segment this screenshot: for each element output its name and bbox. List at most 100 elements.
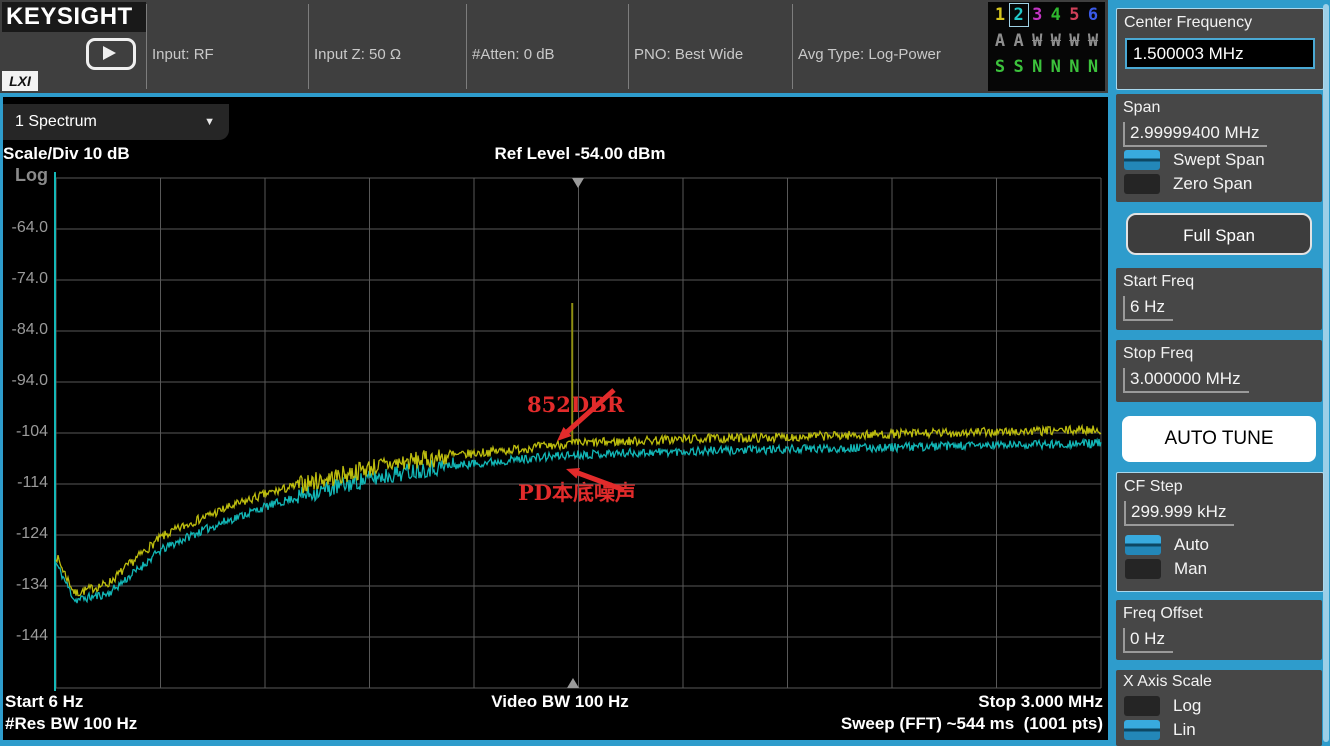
stop-freq-panel[interactable]: Stop Freq 3.000000 MHz <box>1116 340 1322 402</box>
trace-state: N <box>1066 57 1082 77</box>
stop-freq-value[interactable]: 3.000000 MHz <box>1123 368 1249 393</box>
full-span-button[interactable]: Full Span <box>1126 213 1312 255</box>
cf-step-auto-indicator <box>1125 535 1161 555</box>
x-axis-log-label: Log <box>1173 696 1201 716</box>
res-bw-readout: #Res BW 100 Hz <box>5 714 137 734</box>
keysight-logo: KEYSIGHT <box>2 2 146 32</box>
trace-type: W <box>1085 31 1101 51</box>
center-frequency-panel[interactable]: Center Frequency 1.500003 MHz <box>1116 8 1324 90</box>
cf-step-auto-label: Auto <box>1174 535 1209 555</box>
trace-type: W <box>1048 31 1064 51</box>
freq-offset-value[interactable]: 0 Hz <box>1123 628 1173 653</box>
video-bw-readout: Video BW 100 Hz <box>410 692 710 712</box>
y-axis-label: -74.0 <box>0 270 48 288</box>
atten-status: #Atten: 0 dB <box>472 45 555 65</box>
annotation-852dbr: 852DBR <box>527 392 624 417</box>
center-frequency-label: Center Frequency <box>1117 9 1323 32</box>
y-axis-label: -134 <box>0 576 48 594</box>
x-axis-lin-label: Lin <box>1173 720 1196 740</box>
x-axis-lin-indicator <box>1124 720 1160 740</box>
divider <box>146 4 147 89</box>
scale-per-div-label: Scale/Div 10 dB <box>3 144 130 164</box>
spectrum-display: 1 Spectrum ▼ Scale/Div 10 dB Log Ref Lev… <box>0 97 1108 746</box>
zero-span-option[interactable]: Zero Span <box>1124 172 1322 195</box>
cf-step-man-option[interactable]: Man <box>1125 557 1323 580</box>
x-axis-scale-label: X Axis Scale <box>1116 670 1322 691</box>
trace-state: S <box>1011 57 1027 77</box>
start-freq-readout: Start 6 Hz <box>5 692 83 712</box>
chevron-down-icon: ▼ <box>204 104 215 140</box>
x-axis-log-indicator <box>1124 696 1160 716</box>
lxi-badge: LXI <box>2 71 38 91</box>
divider <box>466 4 467 89</box>
cf-step-auto-option[interactable]: Auto <box>1125 533 1323 556</box>
cf-step-label: CF Step <box>1117 473 1323 496</box>
trace-legend[interactable]: 123456 AAWWWW SSNNNN <box>988 2 1105 91</box>
scrollbar[interactable] <box>1323 4 1329 742</box>
y-axis-label: -144 <box>0 627 48 645</box>
frequency-menu-panel: Center Frequency 1.500003 MHz Span 2.999… <box>1108 0 1330 746</box>
cf-step-value[interactable]: 299.999 kHz <box>1124 501 1234 526</box>
trace-2-number[interactable]: 2 <box>1011 5 1027 25</box>
pno-status: PNO: Best Wide <box>634 45 743 65</box>
span-panel[interactable]: Span 2.99999400 MHz Swept Span Zero Span <box>1116 94 1322 202</box>
trace-1-number[interactable]: 1 <box>992 5 1008 25</box>
window-border-bottom <box>0 740 1108 746</box>
start-freq-panel[interactable]: Start Freq 6 Hz <box>1116 268 1322 330</box>
trace-5-number[interactable]: 5 <box>1066 5 1082 25</box>
window-selector-dropdown[interactable]: 1 Spectrum ▼ <box>3 104 229 140</box>
x-axis-lin-option[interactable]: Lin <box>1124 718 1322 741</box>
freq-offset-panel[interactable]: Freq Offset 0 Hz <box>1116 600 1322 660</box>
swept-span-label: Swept Span <box>1173 150 1265 170</box>
trace-4-number[interactable]: 4 <box>1048 5 1064 25</box>
window-border-left <box>0 97 3 746</box>
trace-type: W <box>1029 31 1045 51</box>
divider <box>792 4 793 89</box>
x-axis-scale-panel[interactable]: X Axis Scale Log Lin <box>1116 670 1322 746</box>
amplitude-scale-label: Log <box>15 165 48 186</box>
window-selector-label: 1 Spectrum <box>15 113 97 130</box>
y-axis-label: -94.0 <box>0 372 48 390</box>
y-axis-label: -64.0 <box>0 219 48 237</box>
trace-types-row: AAWWWW <box>988 28 1105 54</box>
avg-type-status: Avg Type: Log-Power <box>798 45 941 65</box>
span-label: Span <box>1116 94 1322 117</box>
trace-3-number[interactable]: 3 <box>1029 5 1045 25</box>
start-freq-value[interactable]: 6 Hz <box>1123 296 1173 321</box>
sweep-time-readout: Sweep (FFT) ~544 ms (1001 pts) <box>703 714 1103 734</box>
y-axis-label: -114 <box>0 474 48 492</box>
atten-column: #Atten: 0 dB <box>472 5 555 105</box>
trace-type: A <box>992 31 1008 51</box>
ref-level-label: Ref Level -54.00 dBm <box>330 144 830 164</box>
screen-capture-icon <box>86 38 136 70</box>
cf-step-man-indicator <box>1125 559 1161 579</box>
stop-freq-label: Stop Freq <box>1116 340 1322 363</box>
divider <box>308 4 309 89</box>
span-value[interactable]: 2.99999400 MHz <box>1123 122 1267 147</box>
trace-numbers-row: 123456 <box>988 2 1105 28</box>
play-arrow-icon <box>103 46 116 60</box>
status-bar: KEYSIGHT LXI Input: RF Coupling: AC Alig… <box>0 0 1108 93</box>
trace-6-number[interactable]: 6 <box>1085 5 1101 25</box>
auto-tune-button[interactable]: AUTO TUNE <box>1122 416 1316 462</box>
stop-freq-readout: Stop 3.000 MHz <box>803 692 1103 712</box>
trace-state: N <box>1085 57 1101 77</box>
start-freq-label: Start Freq <box>1116 268 1322 291</box>
cf-step-man-label: Man <box>1174 559 1207 579</box>
trace-state: N <box>1048 57 1064 77</box>
swept-span-option[interactable]: Swept Span <box>1124 148 1322 171</box>
zero-span-indicator <box>1124 174 1160 194</box>
freq-offset-label: Freq Offset <box>1116 600 1322 623</box>
trace-states-row: SSNNNN <box>988 54 1105 80</box>
trace-type: A <box>1011 31 1027 51</box>
trace-state: N <box>1029 57 1045 77</box>
zero-span-label: Zero Span <box>1173 174 1252 194</box>
y-axis-label: -104 <box>0 423 48 441</box>
input-status: Input: RF <box>152 45 240 65</box>
center-frequency-input[interactable]: 1.500003 MHz <box>1125 38 1315 69</box>
divider <box>628 4 629 89</box>
x-axis-log-option[interactable]: Log <box>1124 694 1322 717</box>
annotation-pd-noise-floor: PD本底噪声 <box>518 477 636 507</box>
input-z-status: Input Z: 50 Ω <box>314 45 425 65</box>
cf-step-panel[interactable]: CF Step 299.999 kHz Auto Man <box>1116 472 1324 592</box>
